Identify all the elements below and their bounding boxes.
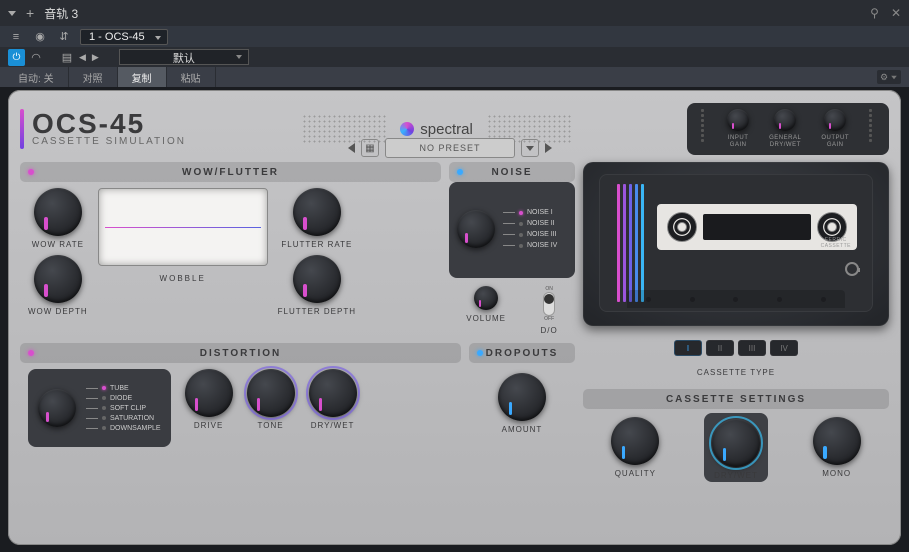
mono-knob[interactable]: [813, 417, 861, 465]
brand-icon: [400, 122, 414, 136]
flutter-rate-knob[interactable]: [293, 188, 341, 236]
noise-type-list: NOISE I NOISE II NOISE III NOISE IV: [503, 209, 557, 249]
preset-prev-button[interactable]: [348, 143, 355, 153]
dropouts-amount-knob[interactable]: [498, 373, 546, 421]
refresh-icon: [845, 262, 859, 276]
section-noise: NOISE: [449, 162, 575, 182]
mono-label: MONO: [822, 469, 851, 478]
section-cassette-settings: CASSETTE SETTINGS: [583, 389, 889, 409]
cassette-type-label: CASSETTE TYPE: [583, 368, 889, 377]
next-preset-icon[interactable]: ▶: [92, 52, 99, 63]
tab-compare[interactable]: 对照: [69, 67, 118, 87]
preset-menu-button[interactable]: [521, 139, 539, 157]
input-gain-label: INPUT GAIN: [728, 135, 749, 148]
cassette-ferric-label: FERRIC CASSETTE: [821, 238, 851, 249]
cassette-type-3[interactable]: III: [738, 340, 766, 356]
section-dropouts: DROPOUTS: [469, 343, 575, 363]
io-panel: INPUT GAIN GENERAL DRY/WET OUTPUT GAIN: [687, 103, 889, 154]
section-distortion: DISTORTION: [20, 343, 461, 363]
daw-toolbar-slot: ≡ ◉ ⇵ 1 - OCS-45: [0, 26, 909, 47]
noise-volume-knob[interactable]: [474, 286, 498, 310]
tone-label: TONE: [258, 421, 284, 430]
plugin-panel: OCS-45 CASSETTE SIMULATION spectral INPU…: [8, 90, 901, 545]
tone-knob[interactable]: [247, 369, 295, 417]
daw-toolbar-auto: 自动: 关 对照 复制 粘贴 ⚙: [0, 67, 909, 87]
wow-rate-knob[interactable]: [34, 188, 82, 236]
noise-off-label: OFF: [544, 316, 554, 322]
preset-next-button[interactable]: [545, 143, 552, 153]
add-icon[interactable]: +: [26, 5, 34, 21]
distortion-type-knob[interactable]: [38, 389, 76, 427]
cs-drywet-label: DRY/WET: [714, 471, 758, 480]
cassette-type-2[interactable]: II: [706, 340, 734, 356]
cassette-type-buttons: I II III IV: [583, 340, 889, 356]
prev-preset-icon[interactable]: ◀: [79, 52, 86, 63]
wobble-display: [98, 188, 268, 266]
general-drywet-knob[interactable]: [774, 109, 796, 131]
preset-list-icon[interactable]: ▤: [59, 49, 75, 65]
settings-dropdown[interactable]: ⚙: [877, 70, 901, 84]
preset-display[interactable]: NO PRESET: [385, 138, 515, 158]
track-title: 音轨 3: [44, 5, 78, 22]
noise-type-knob[interactable]: [457, 210, 495, 248]
close-icon[interactable]: ✕: [891, 6, 901, 20]
dist-drywet-label: DRY/WET: [311, 421, 355, 430]
tab-paste[interactable]: 粘贴: [167, 67, 216, 87]
section-wowflutter: WOW/FLUTTER: [20, 162, 441, 182]
bars-icon[interactable]: ≡: [8, 29, 24, 45]
dist-drywet-knob[interactable]: [309, 369, 357, 417]
wobble-label: WOBBLE: [160, 274, 206, 283]
noise-volume-label: VOLUME: [466, 314, 506, 323]
output-gain-label: OUTPUT GAIN: [821, 135, 849, 148]
plugin-logo: OCS-45 CASSETTE SIMULATION: [20, 109, 186, 149]
gear-icon: ⚙: [880, 72, 888, 83]
target-icon[interactable]: ◉: [32, 29, 48, 45]
quality-label: QUALITY: [615, 469, 656, 478]
plugin-name: OCS-45: [32, 111, 186, 136]
daw-toolbar-preset: ⏻ ◠ ▤ ◀ ▶ 默认: [0, 47, 909, 67]
wow-depth-label: WOW DEPTH: [28, 307, 88, 316]
flutter-depth-knob[interactable]: [293, 255, 341, 303]
noise-do-label: D/O: [541, 326, 558, 335]
cs-drywet-knob[interactable]: [712, 419, 760, 467]
flutter-rate-label: FLUTTER RATE: [281, 240, 352, 249]
plugin-subtitle: CASSETTE SIMULATION: [32, 136, 186, 147]
general-drywet-label: GENERAL DRY/WET: [769, 135, 801, 148]
plugin-slot-dropdown[interactable]: 1 - OCS-45: [80, 29, 168, 45]
reel-left-icon: [667, 212, 697, 242]
distortion-type-list: TUBE DIODE SOFT CLIP SATURATION DOWNSAMP…: [86, 385, 161, 432]
flutter-depth-label: FLUTTER DEPTH: [278, 307, 356, 316]
chevron-down-icon: [891, 75, 897, 79]
daw-titlebar: + 音轨 3 ⚲ ✕: [0, 0, 909, 26]
pin-icon[interactable]: ⚲: [870, 6, 879, 20]
wow-rate-label: WOW RATE: [32, 240, 84, 249]
input-gain-knob[interactable]: [727, 109, 749, 131]
power-button[interactable]: ⏻: [8, 49, 25, 66]
noise-do-toggle[interactable]: [543, 292, 555, 316]
preset-mode-dropdown[interactable]: 默认: [119, 49, 249, 65]
tab-copy[interactable]: 复制: [118, 67, 167, 87]
output-gain-knob[interactable]: [824, 109, 846, 131]
automation-label: 自动: 关: [4, 67, 69, 87]
preset-save-icon[interactable]: ▦: [361, 139, 379, 157]
cassette-type-4[interactable]: IV: [770, 340, 798, 356]
wow-depth-knob[interactable]: [34, 255, 82, 303]
dropouts-amount-label: AMOUNT: [502, 425, 543, 434]
drive-label: DRIVE: [194, 421, 223, 430]
brand-label: spectral: [400, 121, 473, 138]
ab-icon[interactable]: ◠: [29, 49, 43, 65]
quality-knob[interactable]: [611, 417, 659, 465]
cassette-graphic: FERRIC CASSETTE: [583, 162, 889, 326]
routing-icon[interactable]: ⇵: [56, 29, 72, 45]
cassette-type-1[interactable]: I: [674, 340, 702, 356]
track-menu-icon[interactable]: [8, 11, 16, 16]
drive-knob[interactable]: [185, 369, 233, 417]
